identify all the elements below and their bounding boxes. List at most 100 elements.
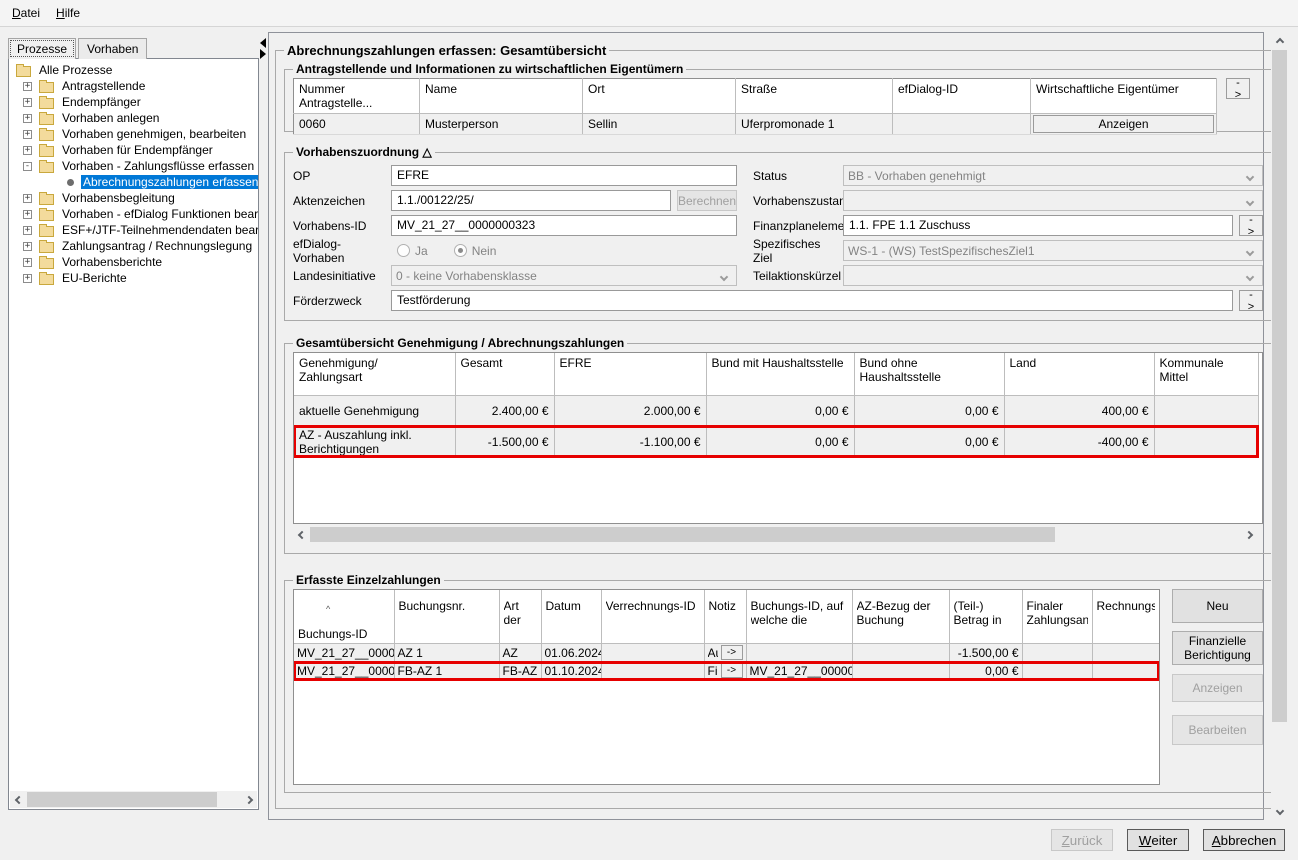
spezifisches-ziel-select[interactable]: WS-1 - (WS) TestSpezifischesZiel1	[843, 240, 1263, 261]
tree-item-efdialog-funktionen[interactable]: + Vorhaben - efDialog Funktionen bearbei…	[9, 206, 258, 222]
main-vertical-scrollbar[interactable]	[1271, 33, 1288, 819]
finanzielle-berichtigung-button[interactable]: Finanzielle Berichtigung	[1172, 631, 1263, 665]
col-bund-ohne[interactable]: Bund ohne Haushaltsstelle	[854, 353, 1004, 395]
tree-item-vorhabensberichte[interactable]: + Vorhabensberichte	[9, 254, 258, 270]
bearbeiten-button[interactable]: Bearbeiten	[1172, 715, 1263, 745]
tree-item-vorhaben-endempfaenger[interactable]: + Vorhaben für Endempfänger	[9, 142, 258, 158]
expand-plus-icon[interactable]: +	[23, 274, 32, 283]
overview-row-genehmigung[interactable]: aktuelle Genehmigung 2.400,00 € 2.000,00…	[294, 395, 1258, 426]
col-name[interactable]: Name	[420, 79, 583, 114]
tree-item-vorhaben-genehmigen[interactable]: + Vorhaben genehmigen, bearbeiten	[9, 126, 258, 142]
tree-item-abrechnungszahlungen[interactable]: Abrechnungszahlungen erfassen	[9, 174, 258, 190]
tree-item-zahlungsfluesse[interactable]: - Vorhaben - Zahlungsflüsse erfassen	[9, 158, 258, 174]
finanzplanelement-field[interactable]: 1.1. FPE 1.1 Zuschuss	[843, 215, 1233, 236]
abbrechen-button[interactable]: Abbrechen	[1203, 829, 1285, 851]
status-select[interactable]: BB - Vorhaben genehmigt	[843, 165, 1263, 186]
berechnen-button[interactable]: Berechnen	[677, 190, 737, 211]
col-datum[interactable]: Datum	[541, 590, 601, 644]
aktenzeichen-field[interactable]: 1.1./00122/25/	[391, 190, 671, 211]
scrollbar-thumb[interactable]	[27, 792, 217, 807]
tree-item-vorhaben-anlegen[interactable]: + Vorhaben anlegen	[9, 110, 258, 126]
tab-vorhaben[interactable]: Vorhaben	[78, 38, 147, 59]
payment-row-az[interactable]: MV_21_27__000000 AZ 1 AZ 01.06.2024 Aus-…	[294, 644, 1159, 662]
scroll-left-icon[interactable]	[10, 791, 27, 808]
expand-plus-icon[interactable]: +	[23, 242, 32, 251]
col-kommunale-mittel[interactable]: Kommunale Mittel	[1154, 353, 1258, 395]
foerderzweck-field[interactable]: Testförderung	[391, 290, 1233, 311]
col-wirtschaftliche-eigentuemer[interactable]: Wirtschaftliche Eigentümer	[1031, 79, 1217, 114]
notiz-goto-button[interactable]: ->	[721, 645, 743, 660]
scroll-right-icon[interactable]	[1240, 526, 1257, 543]
menu-datei[interactable]: Datei	[4, 2, 48, 24]
tab-prozesse[interactable]: Prozesse	[8, 38, 76, 59]
col-finaler-zahlungsantrag[interactable]: Finaler Zahlungsantrag	[1022, 590, 1092, 644]
landesinitiative-select[interactable]: 0 - keine Vorhabensklasse	[391, 265, 737, 286]
anzeigen-button[interactable]: Anzeigen	[1172, 674, 1263, 702]
applicants-goto-button[interactable]: ->	[1226, 78, 1250, 99]
col-gesamt[interactable]: Gesamt	[455, 353, 554, 395]
applicant-row[interactable]: 0060 Musterperson Sellin Uferpromonade 1…	[294, 114, 1217, 135]
zurueck-button[interactable]: Zurück	[1051, 829, 1113, 851]
expand-plus-icon[interactable]: +	[23, 82, 32, 91]
splitter-handle[interactable]	[260, 37, 268, 60]
expand-plus-icon[interactable]: +	[23, 130, 32, 139]
vorhabens-id-field[interactable]: MV_21_27__0000000323	[391, 215, 737, 236]
foerderzweck-goto-button[interactable]: ->	[1239, 290, 1263, 311]
expand-plus-icon[interactable]: +	[23, 146, 32, 155]
scrollbar-thumb[interactable]	[310, 527, 1055, 542]
col-genehmigung-zahlungsart[interactable]: Genehmigung/ Zahlungsart	[294, 353, 455, 395]
scroll-left-icon[interactable]	[293, 526, 310, 543]
expand-plus-icon[interactable]: +	[23, 258, 32, 267]
col-buchungs-id[interactable]: ^ Buchungs-ID	[294, 590, 394, 644]
payment-row-fb-az-highlighted[interactable]: MV_21_27__000000 FB-AZ 1 FB-AZ 01.10.202…	[294, 662, 1159, 680]
scroll-down-icon[interactable]	[1271, 802, 1288, 819]
col-rechnungslegung[interactable]: Rechnungslegung	[1092, 590, 1159, 644]
teilaktionskuerzel-select[interactable]	[843, 265, 1263, 286]
tree-horizontal-scrollbar[interactable]	[10, 791, 257, 808]
radio-nein[interactable]	[454, 244, 467, 257]
vorhabenszustand-select[interactable]	[843, 190, 1263, 211]
tree-item-vorhabensbegleitung[interactable]: + Vorhabensbegleitung	[9, 190, 258, 206]
overview-horizontal-scrollbar[interactable]	[293, 526, 1257, 543]
tree-item-eu-berichte[interactable]: + EU-Berichte	[9, 270, 258, 286]
collapse-left-icon[interactable]	[260, 38, 266, 48]
col-teil-betrag[interactable]: (Teil-) Betrag in EUR	[949, 590, 1022, 644]
op-field[interactable]: EFRE	[391, 165, 737, 186]
col-land[interactable]: Land	[1004, 353, 1154, 395]
menu-hilfe[interactable]: Hilfe	[48, 2, 88, 24]
col-strasse[interactable]: Straße	[736, 79, 893, 114]
col-verrechnungs-id[interactable]: Verrechnungs-ID	[601, 590, 704, 644]
col-nummer-antragstellende[interactable]: Nummer Antragstelle...	[294, 79, 420, 114]
expand-plus-icon[interactable]: +	[23, 98, 32, 107]
col-az-bezug[interactable]: AZ-Bezug der Buchung	[852, 590, 949, 644]
tree-item-alle-prozesse[interactable]: Alle Prozesse	[9, 62, 258, 78]
overview-row-az-highlighted[interactable]: AZ - Auszahlung inkl. Berichtigungen -1.…	[294, 426, 1258, 457]
col-buchungs-id-bezug[interactable]: Buchungs-ID, auf welche die Buchung	[746, 590, 852, 644]
notiz-goto-button[interactable]: ->	[721, 663, 743, 678]
expand-plus-icon[interactable]: +	[23, 210, 32, 219]
scroll-right-icon[interactable]	[240, 791, 257, 808]
tree-item-esf-jtf[interactable]: + ESF+/JTF-Teilnehmendendaten bearbeiten	[9, 222, 258, 238]
tree-item-antragstellende[interactable]: + Antragstellende	[9, 78, 258, 94]
neu-button[interactable]: Neu	[1172, 589, 1263, 623]
col-bund-mit[interactable]: Bund mit Haushaltsstelle	[706, 353, 854, 395]
expand-plus-icon[interactable]: +	[23, 226, 32, 235]
expand-plus-icon[interactable]: +	[23, 194, 32, 203]
col-efre[interactable]: EFRE	[554, 353, 706, 395]
expand-plus-icon[interactable]: +	[23, 114, 32, 123]
weiter-button[interactable]: Weiter	[1127, 829, 1189, 851]
scrollbar-thumb[interactable]	[1272, 50, 1287, 722]
col-buchungsnr[interactable]: Buchungsnr.	[394, 590, 499, 644]
eigentuemer-anzeigen-button[interactable]: Anzeigen	[1033, 115, 1214, 133]
collapse-minus-icon[interactable]: -	[23, 162, 32, 171]
tree-item-endempfaenger[interactable]: + Endempfänger	[9, 94, 258, 110]
tree-item-zahlungsantrag[interactable]: + Zahlungsantrag / Rechnungslegung	[9, 238, 258, 254]
scroll-up-icon[interactable]	[1271, 33, 1288, 50]
finanzplanelement-goto-button[interactable]: ->	[1239, 215, 1263, 236]
col-efdialog-id[interactable]: efDialog-ID	[893, 79, 1031, 114]
collapse-right-icon[interactable]	[260, 49, 266, 59]
col-notiz[interactable]: Notiz	[704, 590, 746, 644]
radio-ja[interactable]	[397, 244, 410, 257]
col-ort[interactable]: Ort	[583, 79, 736, 114]
col-art-der-zahlung[interactable]: Art der Zahlung	[499, 590, 541, 644]
